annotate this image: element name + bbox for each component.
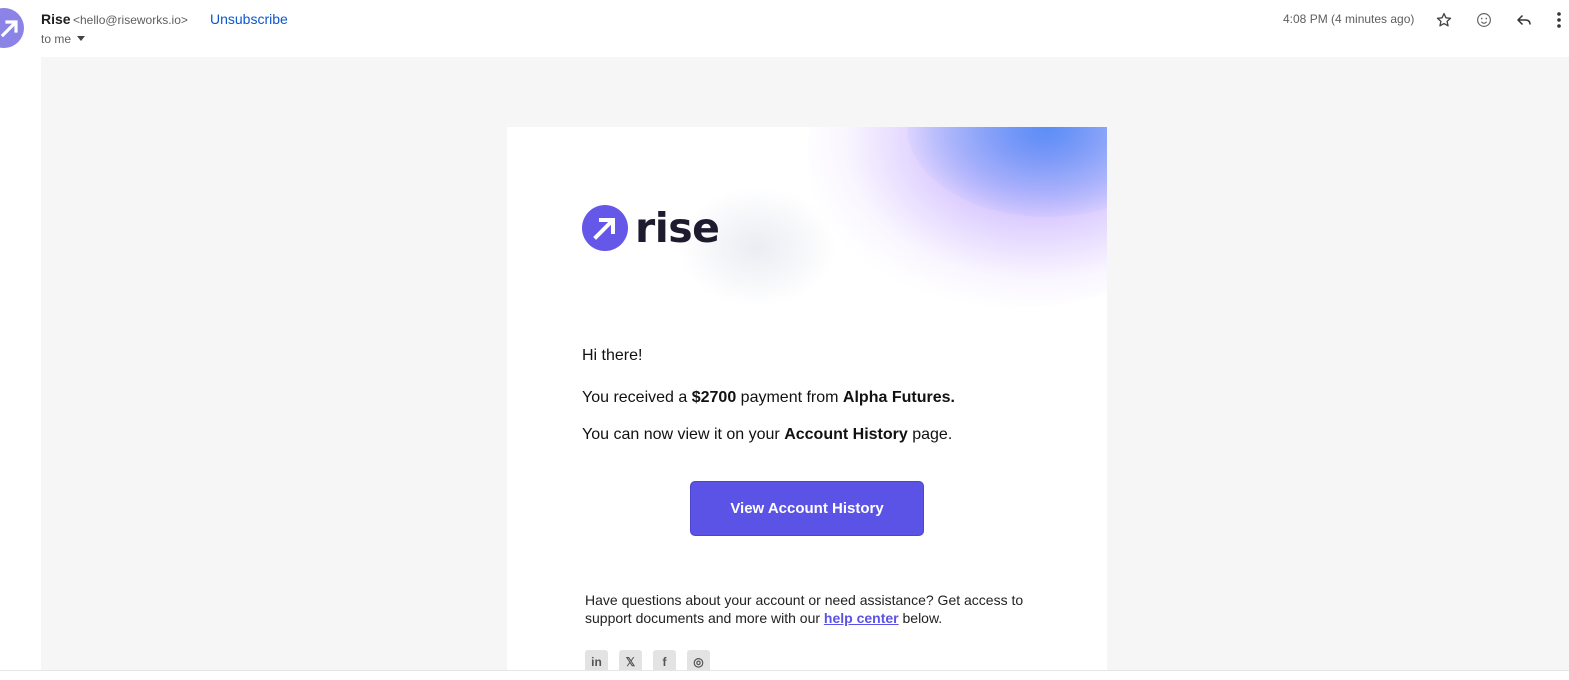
star-icon[interactable]: [1432, 8, 1456, 32]
emoji-icon[interactable]: [1472, 8, 1496, 32]
payment-line-middle: payment from: [736, 389, 843, 406]
greeting: Hi there!: [582, 347, 643, 364]
caret-down-icon: [77, 36, 86, 41]
sender-email: <hello@riseworks.io>: [73, 13, 188, 27]
account-history-line: You can now view it on your Account Hist…: [582, 424, 952, 446]
payer-company: Alpha Futures.: [842, 389, 955, 406]
help-text-prefix: Have questions about your account or nee…: [585, 592, 1024, 626]
x-icon[interactable]: 𝕏: [619, 650, 642, 670]
facebook-icon[interactable]: f: [653, 650, 676, 670]
help-text-suffix: below.: [898, 610, 943, 626]
linkedin-icon[interactable]: in: [585, 650, 608, 670]
payment-line: You received a $2700 payment from Alpha …: [582, 387, 955, 409]
account-history-prefix: You can now view it on your: [582, 426, 785, 443]
recipient-dropdown[interactable]: to me: [41, 32, 86, 46]
payment-amount: $2700: [691, 389, 737, 406]
payment-line-prefix: You received a: [582, 389, 692, 406]
social-links: in 𝕏 f ◎: [585, 650, 710, 670]
message-header: Rise <hello@riseworks.io> Unsubscribe to…: [0, 0, 1569, 57]
reply-icon[interactable]: [1512, 8, 1536, 32]
email-card: rise Hi there! You received a $2700 paym…: [507, 127, 1107, 670]
recipient-label: to me: [41, 32, 72, 46]
sender-name[interactable]: Rise: [41, 11, 71, 27]
account-history-suffix: page.: [907, 426, 953, 443]
help-text: Have questions about your account or nee…: [585, 591, 1045, 627]
message-timestamp: 4:08 PM (4 minutes ago): [1283, 12, 1415, 26]
hero-banner: rise: [507, 127, 1107, 327]
account-history-page-name: Account History: [784, 426, 908, 443]
unsubscribe-link[interactable]: Unsubscribe: [210, 11, 288, 27]
help-center-link[interactable]: help center: [824, 610, 899, 626]
more-vert-icon[interactable]: [1550, 8, 1568, 32]
logo-text: rise: [635, 204, 720, 252]
divider: [0, 670, 1569, 680]
instagram-icon[interactable]: ◎: [687, 650, 710, 670]
sender-avatar[interactable]: [0, 8, 24, 48]
rise-arrow-icon: [0, 20, 18, 38]
view-account-history-button[interactable]: View Account History: [690, 481, 924, 536]
rise-logo: rise: [582, 204, 720, 252]
rise-logo-mark-icon: [582, 205, 628, 251]
email-body-canvas: rise Hi there! You received a $2700 paym…: [41, 57, 1569, 670]
